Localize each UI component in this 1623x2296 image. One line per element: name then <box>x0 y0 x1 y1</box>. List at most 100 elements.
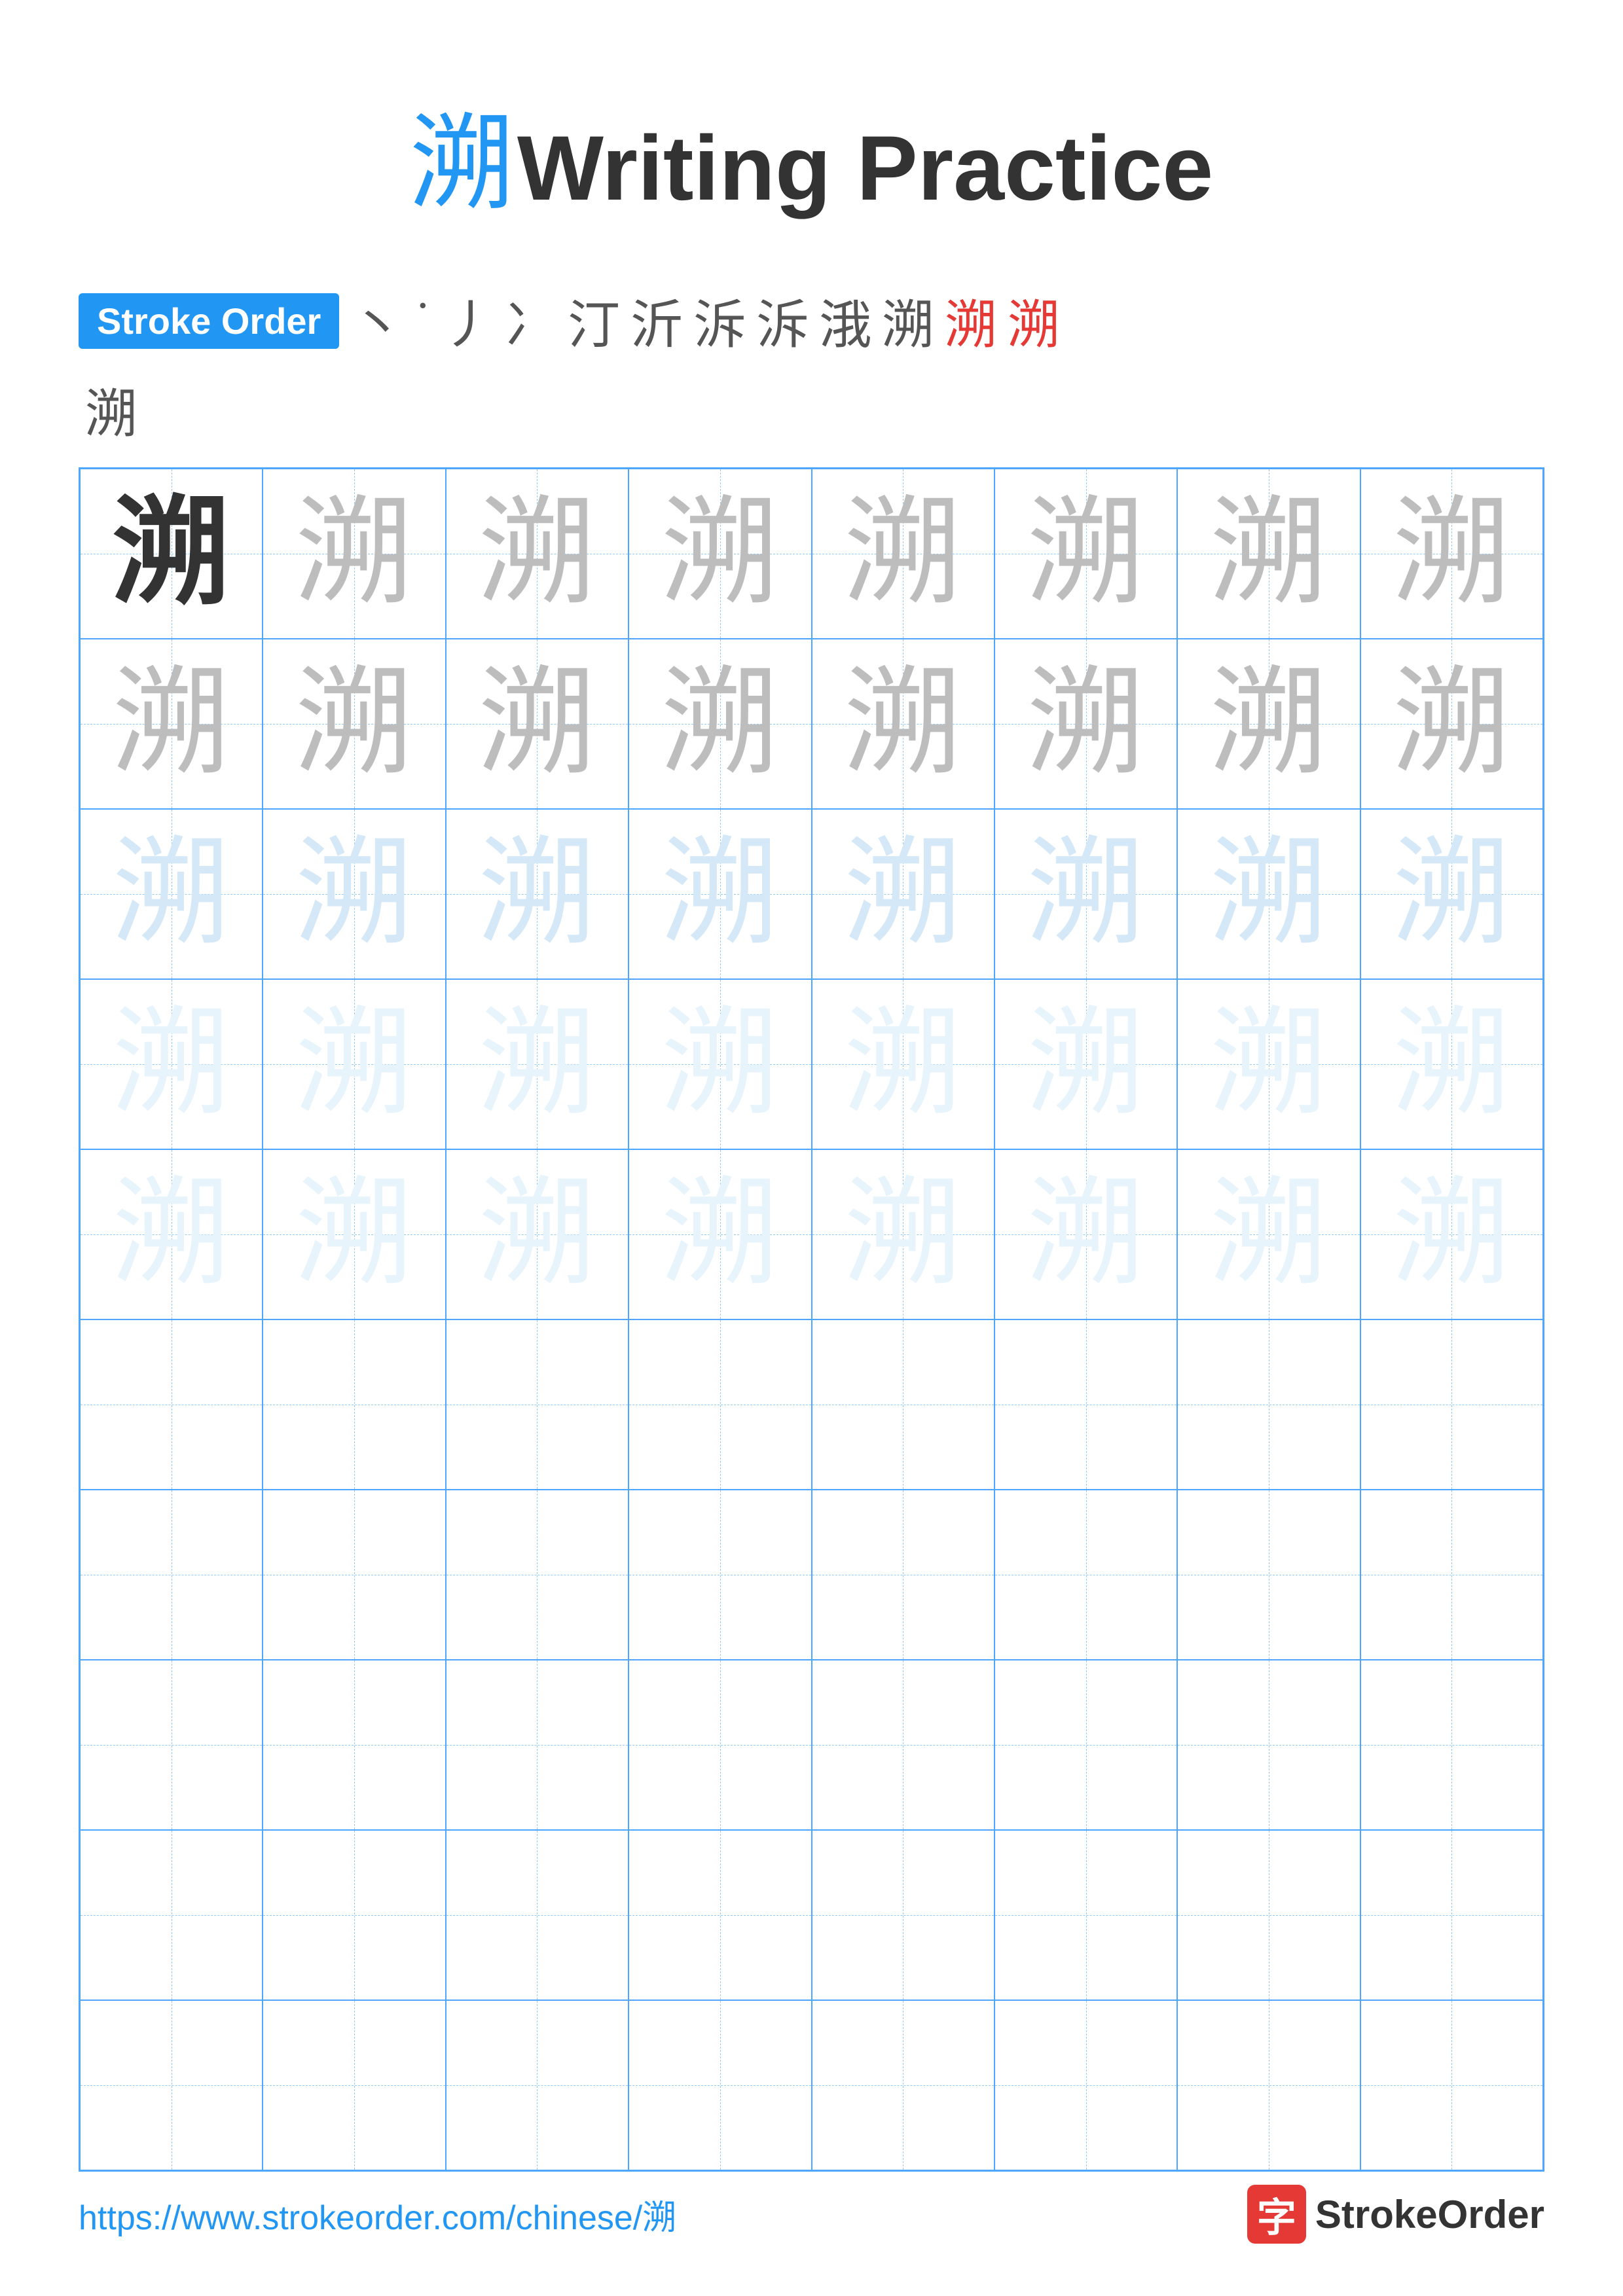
logo-text: StrokeOrder <box>1315 2192 1544 2237</box>
cell-character: 溯 <box>661 1005 779 1123</box>
cell-character: 溯 <box>113 835 230 953</box>
stroke-order-badge: Stroke Order <box>79 293 339 349</box>
title-chinese-char: 溯 <box>410 106 515 223</box>
grid-cell: 溯 <box>1360 469 1543 639</box>
stroke-11: 溯 <box>939 283 1002 359</box>
cell-character: 溯 <box>113 1175 230 1293</box>
cell-character: 溯 <box>295 1175 413 1293</box>
title-area: 溯 Writing Practice <box>79 79 1544 230</box>
grid-cell <box>263 1830 445 2000</box>
grid-cell <box>1360 1660 1543 1830</box>
grid-cell: 溯 <box>446 639 629 809</box>
grid-cell: 溯 <box>80 1149 263 1319</box>
grid-cell <box>812 2000 994 2170</box>
grid-cell <box>994 2000 1177 2170</box>
grid-row <box>80 1830 1543 2000</box>
grid-cell <box>812 1830 994 2000</box>
grid-cell: 溯 <box>994 979 1177 1149</box>
footer: https://www.strokeorder.com/chinese/溯 字 … <box>79 2185 1544 2244</box>
grid-row: 溯溯溯溯溯溯溯溯 <box>80 809 1543 979</box>
grid-cell: 溯 <box>263 1149 445 1319</box>
grid-cell <box>812 1490 994 1660</box>
cell-character: 溯 <box>844 1005 962 1123</box>
grid-cell <box>446 2000 629 2170</box>
grid-row <box>80 1660 1543 1830</box>
grid-cell <box>263 1490 445 1660</box>
grid-cell: 溯 <box>812 639 994 809</box>
grid-cell <box>994 1490 1177 1660</box>
cell-character: 溯 <box>1027 835 1145 953</box>
grid-cell: 溯 <box>994 639 1177 809</box>
grid-cell <box>263 1319 445 1490</box>
stroke-4: 冫 <box>500 283 562 359</box>
cell-character: 溯 <box>1027 665 1145 783</box>
page: 溯 Writing Practice Stroke Order 丶 ˙ 丿 冫 … <box>0 0 1623 2296</box>
grid-cell: 溯 <box>812 1149 994 1319</box>
grid-cell: 溯 <box>629 469 811 639</box>
grid-cell: 溯 <box>994 469 1177 639</box>
cell-character: 溯 <box>661 665 779 783</box>
cell-character: 溯 <box>1393 835 1510 953</box>
stroke-7: 泝 <box>688 283 751 359</box>
grid-row: 溯溯溯溯溯溯溯溯 <box>80 639 1543 809</box>
grid-cell <box>446 1319 629 1490</box>
grid-cell <box>629 1660 811 1830</box>
cell-character: 溯 <box>844 665 962 783</box>
stroke-1: 丶 <box>346 283 409 359</box>
grid-cell <box>80 2000 263 2170</box>
grid-cell: 溯 <box>446 1149 629 1319</box>
cell-character: 溯 <box>1393 1005 1510 1123</box>
logo-icon: 字 <box>1247 2185 1306 2244</box>
cell-character: 溯 <box>295 665 413 783</box>
cell-character: 溯 <box>1210 665 1328 783</box>
cell-character: 溯 <box>1393 1175 1510 1293</box>
grid-row: 溯溯溯溯溯溯溯溯 <box>80 1149 1543 1319</box>
grid-cell: 溯 <box>1177 979 1360 1149</box>
stroke-10: 溯 <box>877 283 939 359</box>
practice-grid: 溯溯溯溯溯溯溯溯溯溯溯溯溯溯溯溯溯溯溯溯溯溯溯溯溯溯溯溯溯溯溯溯溯溯溯溯溯溯溯溯 <box>79 467 1544 2172</box>
grid-cell: 溯 <box>812 809 994 979</box>
cell-character: 溯 <box>295 495 413 613</box>
grid-cell: 溯 <box>446 979 629 1149</box>
stroke-5: 汀 <box>562 283 625 359</box>
grid-cell: 溯 <box>80 469 263 639</box>
grid-cell: 溯 <box>629 639 811 809</box>
grid-cell: 溯 <box>812 469 994 639</box>
cell-character: 溯 <box>1027 1005 1145 1123</box>
grid-cell <box>1177 2000 1360 2170</box>
grid-cell: 溯 <box>1360 979 1543 1149</box>
grid-cell: 溯 <box>80 979 263 1149</box>
grid-cell <box>1360 2000 1543 2170</box>
grid-cell: 溯 <box>629 979 811 1149</box>
stroke-3: 丿 <box>437 283 500 359</box>
cell-character: 溯 <box>478 1175 596 1293</box>
grid-row: 溯溯溯溯溯溯溯溯 <box>80 979 1543 1149</box>
grid-cell <box>1177 1830 1360 2000</box>
stroke-2: ˙ <box>409 291 437 351</box>
grid-cell: 溯 <box>1177 639 1360 809</box>
grid-cell <box>1177 1490 1360 1660</box>
grid-row <box>80 2000 1543 2170</box>
grid-cell: 溯 <box>1360 809 1543 979</box>
footer-logo: 字 StrokeOrder <box>1247 2185 1544 2244</box>
grid-cell <box>629 1830 811 2000</box>
grid-cell: 溯 <box>1177 809 1360 979</box>
grid-cell <box>446 1830 629 2000</box>
grid-cell <box>629 2000 811 2170</box>
cell-character: 溯 <box>1210 835 1328 953</box>
stroke-line2-char: 溯 <box>85 372 137 448</box>
footer-url[interactable]: https://www.strokeorder.com/chinese/溯 <box>79 2190 676 2239</box>
cell-character: 溯 <box>661 835 779 953</box>
cell-character: 溯 <box>1027 495 1145 613</box>
grid-cell <box>1360 1490 1543 1660</box>
grid-cell <box>994 1660 1177 1830</box>
stroke-order-section: Stroke Order 丶 ˙ 丿 冫 汀 沂 泝 泝 涐 溯 溯 溯 <box>79 283 1544 359</box>
grid-cell: 溯 <box>263 469 445 639</box>
grid-cell <box>994 1319 1177 1490</box>
grid-row <box>80 1319 1543 1490</box>
grid-cell <box>80 1319 263 1490</box>
grid-cell <box>812 1660 994 1830</box>
grid-cell <box>263 2000 445 2170</box>
logo-char: 字 <box>1257 2186 1296 2243</box>
grid-cell: 溯 <box>1177 469 1360 639</box>
